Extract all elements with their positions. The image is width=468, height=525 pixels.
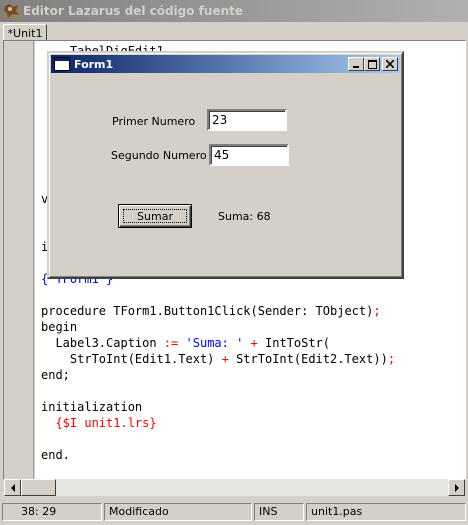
- close-button[interactable]: [382, 57, 398, 71]
- form1-title-bar[interactable]: Form1: [51, 55, 400, 73]
- edit2-input[interactable]: 45: [209, 144, 289, 166]
- minimize-icon: [353, 66, 359, 68]
- editor-tabstrip: *Unit1: [0, 22, 468, 42]
- arrow-right-icon: [454, 483, 459, 492]
- code-line-strtoint: StrToInt(Edit1.Text) + StrToInt(Edit2.Te…: [41, 352, 396, 366]
- horizontal-scrollbar[interactable]: [4, 479, 465, 496]
- editor-title-text: Editor Lazarus del código fuente: [23, 4, 243, 18]
- form-window-icon: [54, 57, 70, 71]
- close-icon: [386, 60, 394, 68]
- form1-window[interactable]: Form1 Primer Numero 23 Segundo Numero 45…: [47, 51, 404, 279]
- code-line-initialization: initialization: [41, 400, 143, 414]
- form1-title-text: Form1: [74, 57, 114, 71]
- maximize-button[interactable]: [364, 57, 380, 71]
- arrow-left-icon: [10, 483, 15, 492]
- maximize-icon: [367, 59, 377, 69]
- caption-buttons: [348, 57, 398, 71]
- code-line-assign: Label3.Caption := 'Suma: ' + IntToStr(: [41, 336, 331, 350]
- lazarus-app-icon: [3, 3, 20, 19]
- edit1-input[interactable]: 23: [207, 109, 287, 131]
- status-modified: Modificado: [104, 503, 252, 521]
- code-line-end-final: end.: [41, 448, 70, 462]
- status-bar: 38: 29 Modificado INS unit1.pas: [0, 500, 468, 525]
- code-line-directive: {$I unit1.lrs}: [41, 416, 157, 430]
- scroll-right-button[interactable]: [448, 479, 465, 496]
- code-line-procedure: procedure TForm1.Button1Click(Sender: TO…: [41, 304, 381, 318]
- status-cursor-position: 38: 29: [2, 503, 102, 521]
- scroll-thumb[interactable]: [21, 479, 56, 496]
- result-label: Suma: 68: [218, 210, 271, 223]
- minimize-button[interactable]: [348, 57, 364, 71]
- status-insert-mode: INS: [254, 503, 304, 521]
- editor-gutter[interactable]: [4, 41, 34, 479]
- code-line-begin: begin: [41, 320, 78, 334]
- tab-unit1-label: *Unit1: [7, 26, 43, 40]
- focus-rect: [123, 209, 187, 223]
- sumar-button[interactable]: Sumar: [118, 204, 192, 228]
- label-segundo-numero: Segundo Numero: [111, 149, 207, 162]
- code-line-end: end;: [41, 368, 70, 382]
- scroll-left-button[interactable]: [4, 479, 21, 496]
- status-filename: unit1.pas: [306, 503, 466, 521]
- editor-title-bar[interactable]: Editor Lazarus del código fuente: [0, 0, 468, 22]
- label-primer-numero: Primer Numero: [112, 115, 196, 128]
